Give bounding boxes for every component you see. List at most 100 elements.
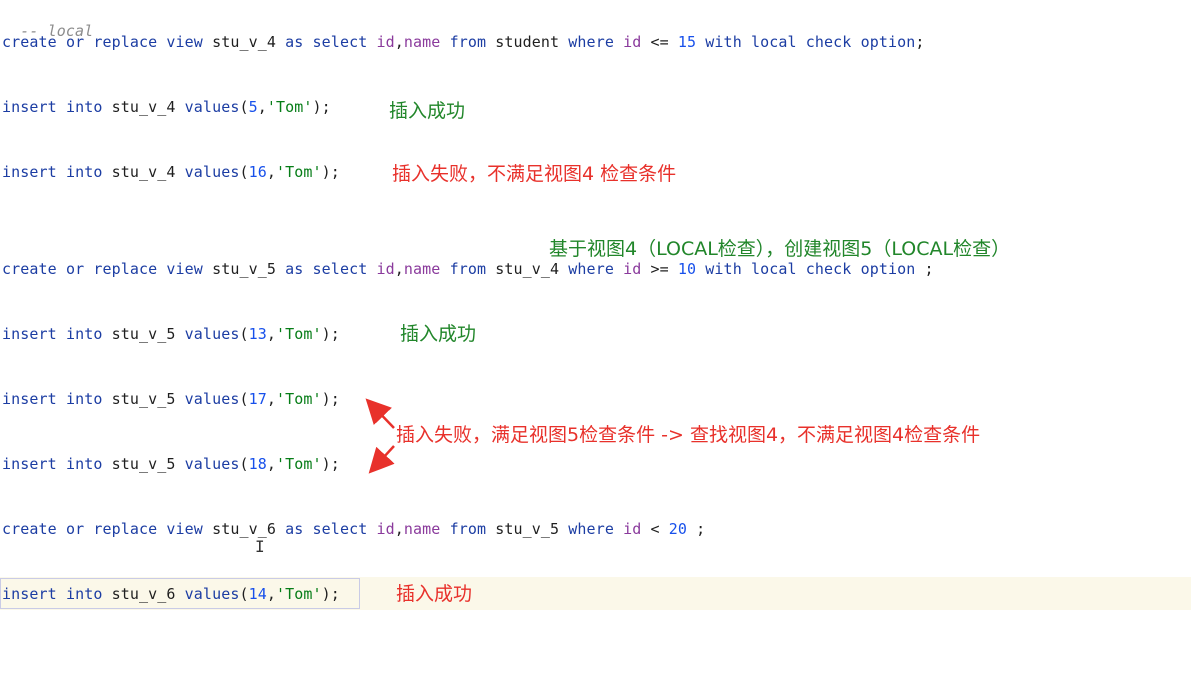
note-failure-v5-inserts: 插入失败，满足视图5检查条件 -> 查找视图4，不满足视图4检查条件 xyxy=(396,424,981,446)
code-token: as xyxy=(285,33,304,51)
code-token: 'Tom' xyxy=(266,98,313,116)
code-token: , xyxy=(394,520,404,538)
code-token: 17 xyxy=(248,390,267,408)
code-token: option xyxy=(860,33,916,51)
code-token: 16 xyxy=(248,163,267,181)
code-token: where xyxy=(568,33,614,51)
code-token: ); xyxy=(321,455,340,473)
code-line-create-view-stu-v4[interactable]: create or replace view stu_v_4 as select… xyxy=(2,31,925,53)
code-token: 10 xyxy=(677,260,697,278)
code-line-insert-stu-v6-14[interactable]: insert into stu_v_6 values(14,'Tom'); xyxy=(2,583,340,605)
code-token: ); xyxy=(321,585,340,603)
code-token: , xyxy=(266,163,277,181)
code-token: , xyxy=(266,325,277,343)
note-failure-v4-insert-16: 插入失败，不满足视图4 检查条件 xyxy=(392,163,677,185)
code-token: , xyxy=(257,98,267,116)
code-token: local xyxy=(750,33,797,51)
code-line-insert-stu-v5-13[interactable]: insert into stu_v_5 values(13,'Tom'); xyxy=(2,323,340,345)
code-token: id xyxy=(376,260,395,278)
code-token: id xyxy=(623,260,642,278)
code-token: ); xyxy=(312,98,331,116)
comment-line: -- local xyxy=(2,0,93,40)
code-token: from xyxy=(449,260,487,278)
note-v5-header: 基于视图4（LOCAL检查），创建视图5（LOCAL检查） xyxy=(549,238,1011,260)
code-token: into xyxy=(65,98,103,116)
code-token: insert xyxy=(2,455,57,473)
code-token: from xyxy=(449,520,487,538)
code-token: values xyxy=(184,455,240,473)
code-token: ( xyxy=(239,163,249,181)
code-line-create-view-stu-v5[interactable]: create or replace view stu_v_5 as select… xyxy=(2,258,934,280)
code-token: stu_v_4 xyxy=(495,260,560,278)
code-token: into xyxy=(65,163,103,181)
code-token: stu_v_4 xyxy=(111,98,176,116)
code-token: ); xyxy=(321,390,340,408)
code-token: 'Tom' xyxy=(276,163,322,181)
text-cursor-icon: I xyxy=(255,537,265,556)
code-token: 'Tom' xyxy=(276,325,322,343)
code-token: stu_v_4 xyxy=(111,163,176,181)
code-token: 'Tom' xyxy=(276,585,322,603)
code-line-insert-stu-v5-18[interactable]: insert into stu_v_5 values(18,'Tom'); xyxy=(2,453,340,475)
code-token: 5 xyxy=(248,98,258,116)
code-token: or xyxy=(65,520,85,538)
code-line-insert-stu-v4-5[interactable]: insert into stu_v_4 values(5,'Tom'); xyxy=(2,96,331,118)
code-token: , xyxy=(266,455,277,473)
code-token: id xyxy=(376,33,395,51)
code-token: name xyxy=(403,260,441,278)
code-line-insert-stu-v5-17[interactable]: insert into stu_v_5 values(17,'Tom'); xyxy=(2,388,340,410)
code-token: stu_v_5 xyxy=(495,520,560,538)
code-token: replace xyxy=(93,520,158,538)
code-token: select xyxy=(312,520,368,538)
note-success-v5-insert-13: 插入成功 xyxy=(400,323,477,345)
code-token: ; xyxy=(915,33,925,51)
code-token: values xyxy=(184,98,240,116)
code-token: 20 xyxy=(668,520,688,538)
code-token: ( xyxy=(239,325,249,343)
code-token: ); xyxy=(321,325,340,343)
code-token: insert xyxy=(2,390,57,408)
code-token: with xyxy=(705,260,742,278)
code-token: student xyxy=(495,33,560,51)
code-line-create-view-stu-v6[interactable]: create or replace view stu_v_6 as select… xyxy=(2,518,705,540)
code-token: insert xyxy=(2,163,57,181)
code-token: create xyxy=(2,520,57,538)
code-token: stu_v_5 xyxy=(111,455,176,473)
code-line-insert-stu-v4-16[interactable]: insert into stu_v_4 values(16,'Tom'); xyxy=(2,161,340,183)
code-token: check xyxy=(805,260,852,278)
code-token: into xyxy=(65,390,103,408)
code-token: stu_v_6 xyxy=(212,520,276,538)
code-token: name xyxy=(403,520,441,538)
